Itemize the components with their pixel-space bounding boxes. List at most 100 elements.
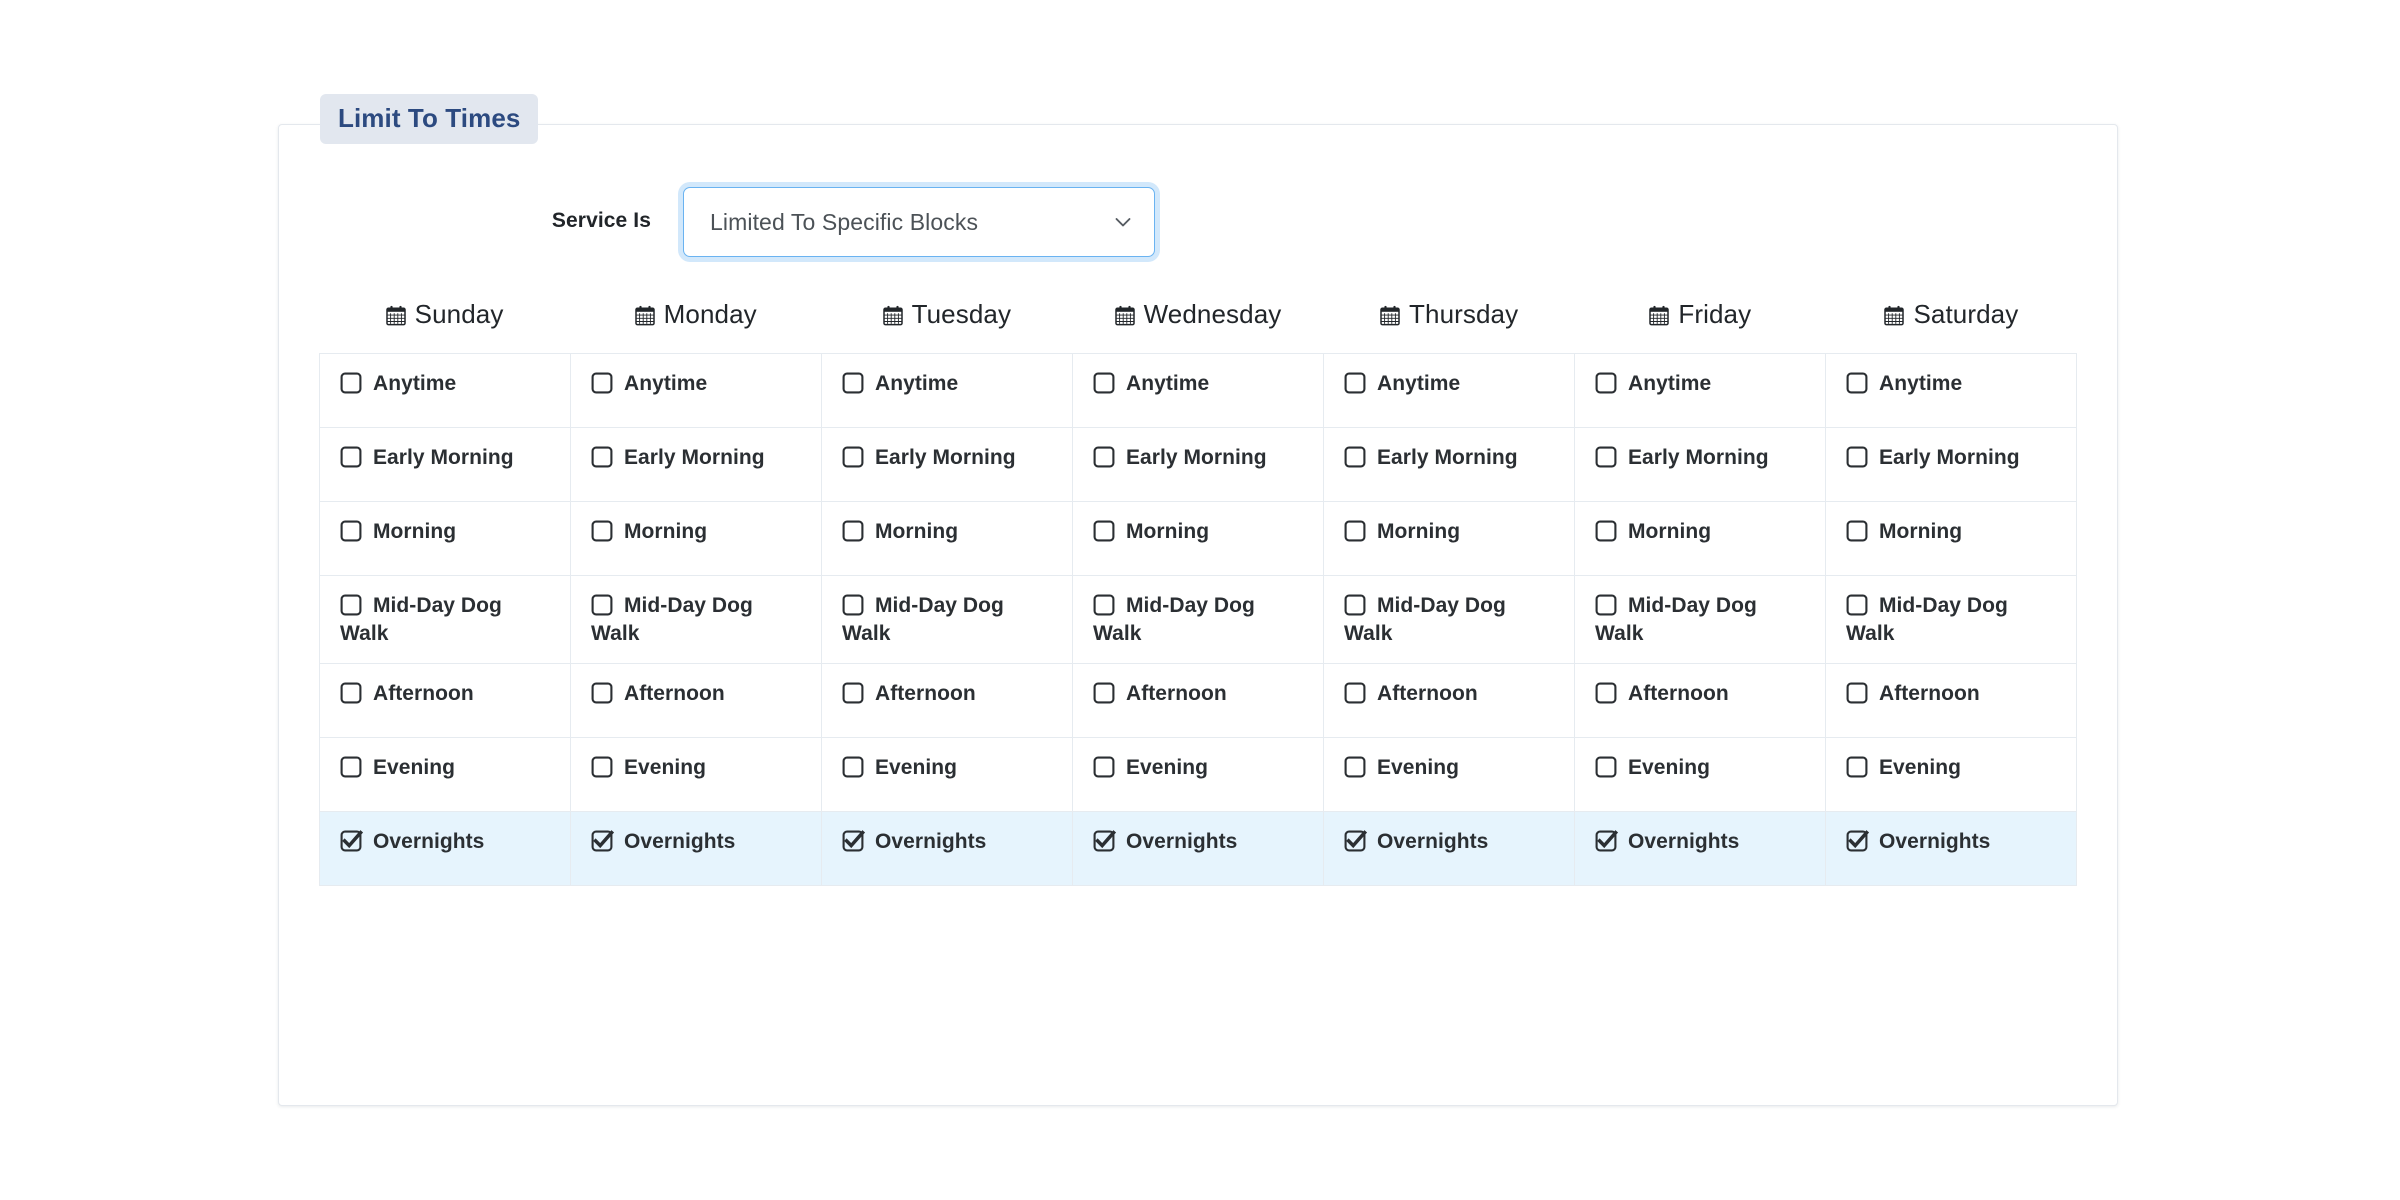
checkbox-unchecked-icon[interactable] bbox=[1846, 520, 1868, 542]
checkbox-unchecked-icon[interactable] bbox=[1595, 520, 1617, 542]
cell-friday-overnights[interactable]: Overnights bbox=[1574, 811, 1826, 887]
cell-tuesday-afternoon[interactable]: Afternoon bbox=[821, 663, 1073, 739]
checkbox-unchecked-icon[interactable] bbox=[842, 756, 864, 778]
cell-wednesday-mid-day-dog-walk[interactable]: Mid-Day Dog Walk bbox=[1072, 574, 1324, 665]
checkbox-row[interactable]: Evening bbox=[1595, 756, 1710, 779]
cell-saturday-mid-day-dog-walk[interactable]: Mid-Day Dog Walk bbox=[1825, 574, 2077, 665]
cell-sunday-afternoon[interactable]: Afternoon bbox=[319, 663, 571, 739]
cell-tuesday-early-morning[interactable]: Early Morning bbox=[821, 427, 1073, 502]
checkbox-unchecked-icon[interactable] bbox=[340, 446, 362, 468]
checkbox-unchecked-icon[interactable] bbox=[842, 372, 864, 394]
checkbox-row[interactable]: Evening bbox=[591, 756, 706, 779]
checkbox-unchecked-icon[interactable] bbox=[340, 756, 362, 778]
cell-tuesday-evening[interactable]: Evening bbox=[821, 737, 1073, 813]
checkbox-row[interactable]: Overnights bbox=[591, 830, 735, 853]
checkbox-row[interactable]: Anytime bbox=[1093, 372, 1209, 395]
checkbox-row[interactable]: Overnights bbox=[1595, 830, 1739, 853]
cell-friday-evening[interactable]: Evening bbox=[1574, 737, 1826, 813]
checkbox-row[interactable]: Early Morning bbox=[591, 446, 765, 469]
checkbox-row[interactable]: Afternoon bbox=[1093, 682, 1227, 705]
checkbox-row[interactable]: Overnights bbox=[1846, 830, 1990, 853]
cell-wednesday-evening[interactable]: Evening bbox=[1072, 737, 1324, 813]
service-is-select[interactable]: Limited To Specific Blocks bbox=[683, 187, 1155, 257]
cell-wednesday-overnights[interactable]: Overnights bbox=[1072, 811, 1324, 887]
checkbox-unchecked-icon[interactable] bbox=[1595, 372, 1617, 394]
checkbox-row[interactable]: Afternoon bbox=[1846, 682, 1980, 705]
checkbox-row[interactable]: Morning bbox=[340, 520, 456, 543]
cell-wednesday-morning[interactable]: Morning bbox=[1072, 501, 1324, 576]
checkbox-row[interactable]: Early Morning bbox=[1846, 446, 2020, 469]
checkbox-unchecked-icon[interactable] bbox=[1093, 756, 1115, 778]
checkbox-row[interactable]: Afternoon bbox=[842, 682, 976, 705]
cell-friday-afternoon[interactable]: Afternoon bbox=[1574, 663, 1826, 739]
checkbox-unchecked-icon[interactable] bbox=[1093, 520, 1115, 542]
checkbox-row[interactable]: Evening bbox=[1093, 756, 1208, 779]
checkbox-unchecked-icon[interactable] bbox=[340, 372, 362, 394]
checkbox-unchecked-icon[interactable] bbox=[1846, 594, 1868, 616]
checkbox-row[interactable]: Early Morning bbox=[1093, 446, 1267, 469]
checkbox-unchecked-icon[interactable] bbox=[591, 520, 613, 542]
checkbox-unchecked-icon[interactable] bbox=[1595, 446, 1617, 468]
checkbox-checked-icon[interactable] bbox=[340, 830, 364, 852]
cell-wednesday-anytime[interactable]: Anytime bbox=[1072, 353, 1324, 428]
checkbox-checked-icon[interactable] bbox=[1846, 830, 1870, 852]
cell-saturday-afternoon[interactable]: Afternoon bbox=[1825, 663, 2077, 739]
checkbox-unchecked-icon[interactable] bbox=[1344, 682, 1366, 704]
cell-saturday-overnights[interactable]: Overnights bbox=[1825, 811, 2077, 887]
checkbox-row[interactable]: Afternoon bbox=[1595, 682, 1729, 705]
cell-sunday-overnights[interactable]: Overnights bbox=[319, 811, 571, 887]
checkbox-row[interactable]: Evening bbox=[1846, 756, 1961, 779]
cell-thursday-evening[interactable]: Evening bbox=[1323, 737, 1575, 813]
cell-saturday-early-morning[interactable]: Early Morning bbox=[1825, 427, 2077, 502]
checkbox-row[interactable]: Overnights bbox=[340, 830, 484, 853]
cell-thursday-afternoon[interactable]: Afternoon bbox=[1323, 663, 1575, 739]
checkbox-row[interactable]: Morning bbox=[1344, 520, 1460, 543]
checkbox-row[interactable]: Anytime bbox=[591, 372, 707, 395]
cell-friday-early-morning[interactable]: Early Morning bbox=[1574, 427, 1826, 502]
cell-monday-anytime[interactable]: Anytime bbox=[570, 353, 822, 428]
checkbox-unchecked-icon[interactable] bbox=[340, 594, 362, 616]
cell-friday-mid-day-dog-walk[interactable]: Mid-Day Dog Walk bbox=[1574, 574, 1826, 665]
cell-monday-afternoon[interactable]: Afternoon bbox=[570, 663, 822, 739]
checkbox-row[interactable]: Anytime bbox=[340, 372, 456, 395]
checkbox-unchecked-icon[interactable] bbox=[1344, 520, 1366, 542]
cell-monday-evening[interactable]: Evening bbox=[570, 737, 822, 813]
checkbox-unchecked-icon[interactable] bbox=[1595, 756, 1617, 778]
checkbox-unchecked-icon[interactable] bbox=[591, 594, 613, 616]
checkbox-row[interactable]: Overnights bbox=[842, 830, 986, 853]
cell-sunday-early-morning[interactable]: Early Morning bbox=[319, 427, 571, 502]
cell-saturday-anytime[interactable]: Anytime bbox=[1825, 353, 2077, 428]
checkbox-unchecked-icon[interactable] bbox=[1846, 756, 1868, 778]
checkbox-row[interactable]: Morning bbox=[591, 520, 707, 543]
checkbox-row[interactable]: Evening bbox=[340, 756, 455, 779]
checkbox-unchecked-icon[interactable] bbox=[1595, 682, 1617, 704]
checkbox-checked-icon[interactable] bbox=[1344, 830, 1368, 852]
checkbox-unchecked-icon[interactable] bbox=[1846, 372, 1868, 394]
checkbox-row[interactable]: Afternoon bbox=[1344, 682, 1478, 705]
cell-thursday-overnights[interactable]: Overnights bbox=[1323, 811, 1575, 887]
checkbox-checked-icon[interactable] bbox=[842, 830, 866, 852]
checkbox-row[interactable]: Early Morning bbox=[842, 446, 1016, 469]
checkbox-row[interactable]: Morning bbox=[842, 520, 958, 543]
checkbox-unchecked-icon[interactable] bbox=[340, 520, 362, 542]
cell-tuesday-anytime[interactable]: Anytime bbox=[821, 353, 1073, 428]
cell-sunday-morning[interactable]: Morning bbox=[319, 501, 571, 576]
cell-sunday-mid-day-dog-walk[interactable]: Mid-Day Dog Walk bbox=[319, 574, 571, 665]
checkbox-unchecked-icon[interactable] bbox=[591, 446, 613, 468]
cell-monday-mid-day-dog-walk[interactable]: Mid-Day Dog Walk bbox=[570, 574, 822, 665]
cell-thursday-mid-day-dog-walk[interactable]: Mid-Day Dog Walk bbox=[1323, 574, 1575, 665]
cell-tuesday-overnights[interactable]: Overnights bbox=[821, 811, 1073, 887]
checkbox-unchecked-icon[interactable] bbox=[591, 682, 613, 704]
checkbox-unchecked-icon[interactable] bbox=[1093, 682, 1115, 704]
checkbox-unchecked-icon[interactable] bbox=[842, 594, 864, 616]
cell-saturday-evening[interactable]: Evening bbox=[1825, 737, 2077, 813]
checkbox-row[interactable]: Evening bbox=[1344, 756, 1459, 779]
cell-sunday-anytime[interactable]: Anytime bbox=[319, 353, 571, 428]
checkbox-row[interactable]: Early Morning bbox=[1595, 446, 1769, 469]
checkbox-checked-icon[interactable] bbox=[1595, 830, 1619, 852]
cell-monday-morning[interactable]: Morning bbox=[570, 501, 822, 576]
cell-friday-morning[interactable]: Morning bbox=[1574, 501, 1826, 576]
checkbox-row[interactable]: Mid-Day Dog Walk bbox=[1344, 594, 1506, 645]
cell-friday-anytime[interactable]: Anytime bbox=[1574, 353, 1826, 428]
checkbox-row[interactable]: Morning bbox=[1595, 520, 1711, 543]
